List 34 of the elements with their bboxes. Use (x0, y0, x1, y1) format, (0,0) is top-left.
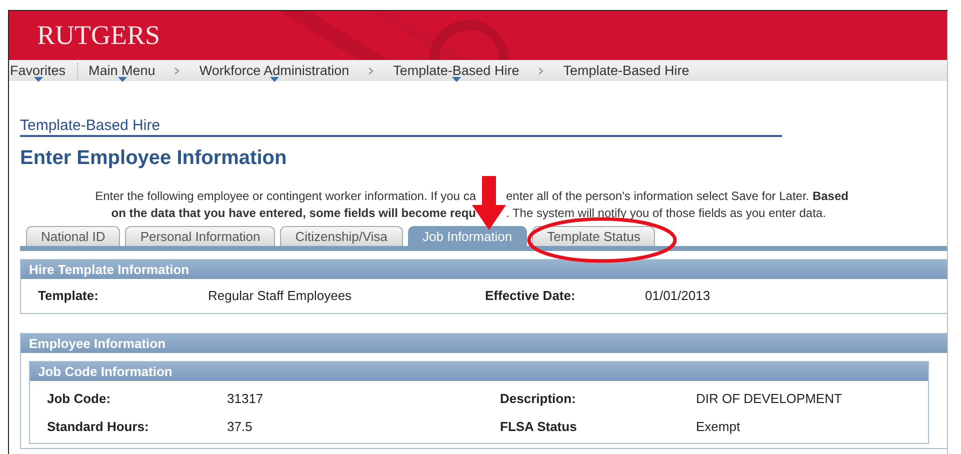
section-header: Hire Template Information (21, 260, 947, 279)
field-value: 31317 (227, 391, 264, 406)
chevron-icon (368, 66, 374, 74)
breadcrumb-link[interactable]: Main Menu (88, 63, 156, 78)
field-label: Job Code: (47, 391, 112, 406)
section-header: Job Code Information (30, 362, 928, 381)
page-heading: Enter Employee Information (20, 147, 288, 170)
chevron-icon (538, 66, 544, 74)
field-label: Description: (500, 391, 577, 406)
field-value: DIR OF DEVELOPMENT (696, 391, 843, 406)
instruction-text: enter all of the person's information select Save for Later. Based (506, 188, 850, 205)
section-header: Employee Information (21, 334, 947, 353)
tab[interactable]: Personal Information (125, 226, 276, 246)
tab[interactable]: Template Status (532, 226, 656, 246)
field-value: 37.5 (227, 419, 254, 434)
tab[interactable]: Citizenship/Visa (280, 226, 403, 246)
instruction-text: Enter the following employee or contingent worker information. If you ca (94, 188, 476, 205)
breadcrumb-link[interactable]: Workforce Administration (198, 63, 350, 78)
field-value: Exempt (696, 419, 742, 434)
rutgers-logo: RUTGERS (37, 20, 160, 51)
instruction-text: . The system will notify you of those fields as you enter data. (506, 205, 827, 222)
field-label: Template: (38, 288, 100, 303)
breadcrumb-link[interactable]: Template-Based Hire (562, 63, 690, 78)
breadcrumb-link[interactable]: Favorites (9, 63, 67, 78)
field-label: Standard Hours: (47, 419, 150, 434)
field-value: 01/01/2013 (645, 288, 712, 303)
breadcrumb-link[interactable]: Template-Based Hire (392, 63, 520, 78)
instruction-text: on the data that you have entered, some fields will become requ (110, 205, 476, 222)
component-title: Template-Based Hire (20, 117, 782, 137)
field-value: Regular Staff Employees (208, 288, 353, 303)
tab[interactable]: National ID (26, 226, 120, 246)
field-label: Effective Date: (485, 288, 576, 303)
chevron-icon (174, 66, 180, 74)
field-label: FLSA Status (500, 419, 578, 434)
